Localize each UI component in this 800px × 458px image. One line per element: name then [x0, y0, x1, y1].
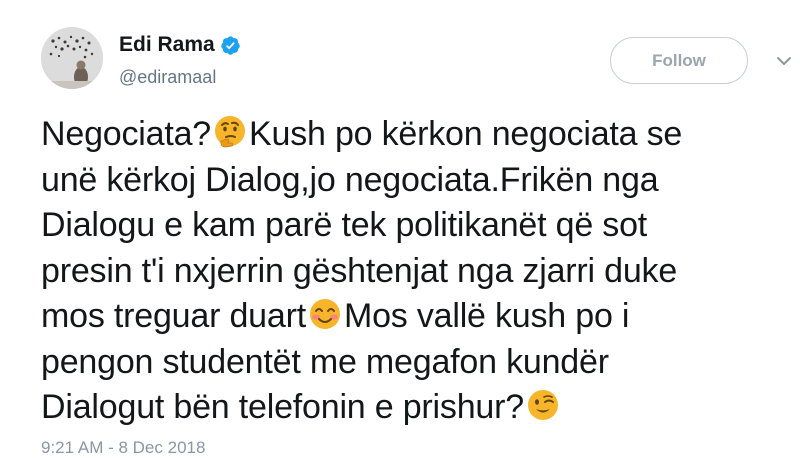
- winking-face-icon: [527, 390, 558, 420]
- tweet-text-line: mos treguar duart Mos vallë kush po i: [41, 294, 781, 340]
- tweet-text-line: presin t'i nxjerrin gështenjat nga zjarr…: [41, 249, 781, 295]
- tweet-text-line: pengon studentët me megafon kundër: [41, 340, 781, 386]
- verified-badge-icon: [221, 35, 240, 55]
- author-name-row: Edi Rama: [119, 32, 241, 58]
- tweet-timestamp[interactable]: 9:21 AM - 8 Dec 2018: [41, 438, 205, 458]
- author-name[interactable]: Edi Rama: [119, 33, 215, 57]
- avatar-image: [41, 27, 103, 89]
- chevron-down-icon[interactable]: [776, 55, 792, 67]
- tweet-text-line: Dialogu e kam parë tek politikanët që so…: [41, 203, 781, 249]
- tweet-text-segment: Kush po kërkon negociata se: [249, 115, 683, 153]
- tweet-text-segment: unë kërkoj Dialog,jo negociata.Frikën ng…: [41, 160, 659, 199]
- tweet-text-segment: Mos vallë kush po i: [343, 297, 630, 335]
- tweet-text-line: unë kërkoj Dialog,jo negociata.Frikën ng…: [41, 158, 781, 204]
- follow-button[interactable]: Follow: [610, 37, 748, 84]
- author-handle[interactable]: @ediramaal: [119, 67, 216, 88]
- tweet-text-segment: Dialogu e kam parë tek politikanët që so…: [41, 206, 648, 244]
- avatar[interactable]: [41, 27, 103, 89]
- tweet-text-segment: mos treguar duart: [41, 297, 306, 335]
- tweet-text-segment: presin t'i nxjerrin gështenjat nga zjarr…: [41, 251, 678, 290]
- tweet-text-line: Dialogut bën telefonin e prishur?: [41, 385, 781, 431]
- tweet-text-line: Negociata? Kush po kërkon negociata se: [41, 112, 781, 158]
- tweet-text-segment: pengon studentët me megafon kundër: [41, 342, 609, 381]
- thinking-face-icon: [215, 116, 246, 148]
- tweet-text-segment: Negociata?: [41, 115, 212, 153]
- smiling-face-with-smiling-eyes-icon: [309, 299, 340, 329]
- tweet-text: Negociata? Kush po kërkon negociata se unë…: [41, 112, 781, 431]
- tweet-text-segment: Dialogut bën telefonin e prishur?: [41, 388, 524, 426]
- tweet-card: Edi Rama @ediramaal Follow Negociata? Kus…: [0, 0, 800, 457]
